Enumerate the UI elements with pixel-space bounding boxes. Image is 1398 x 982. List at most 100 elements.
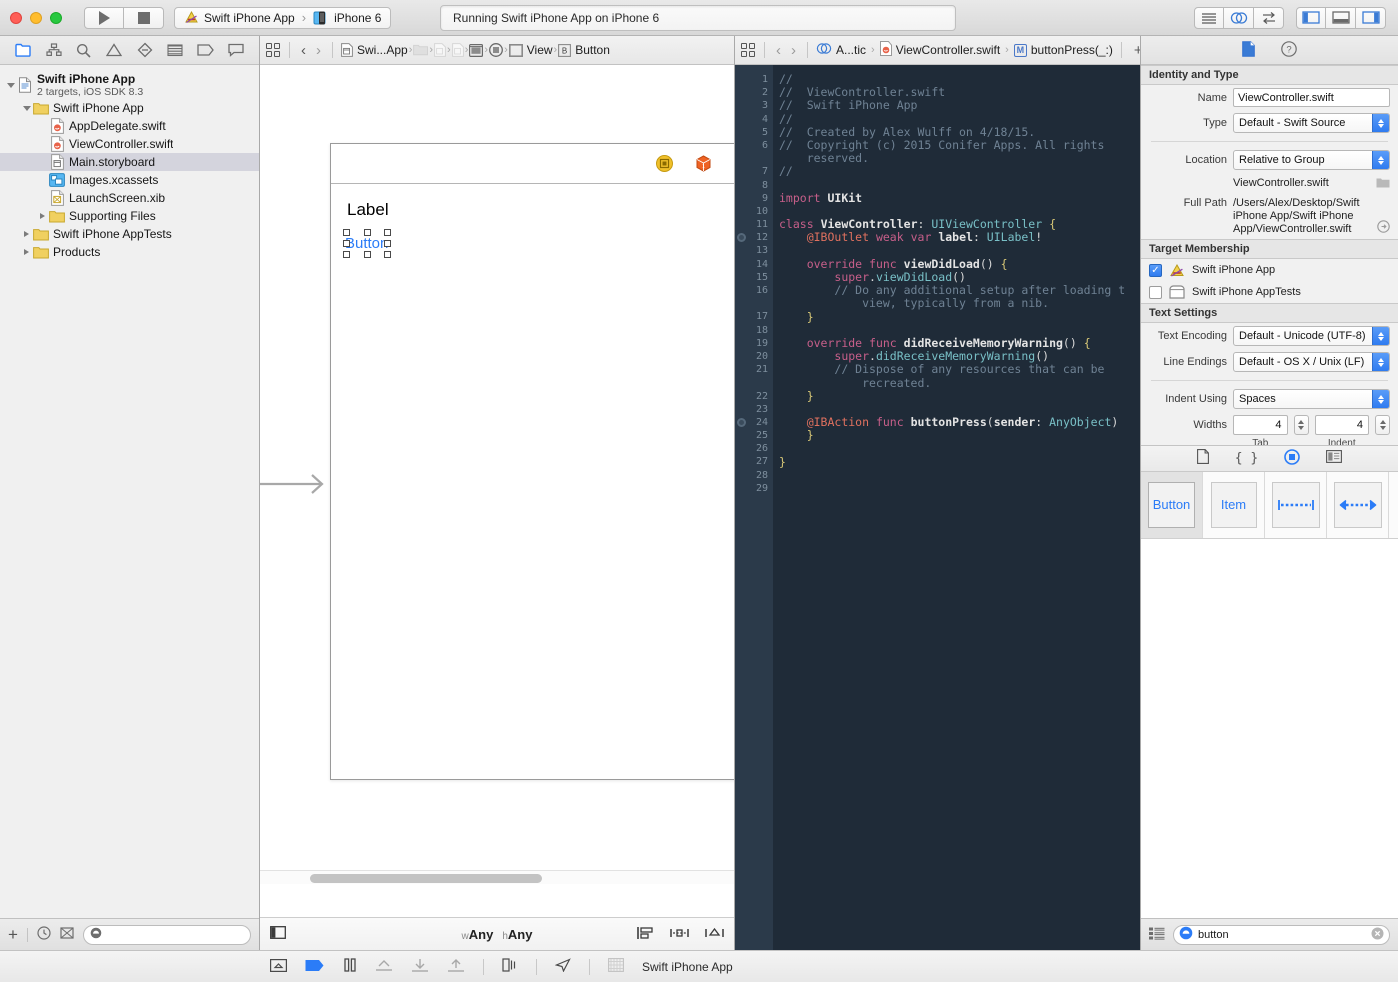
name-field[interactable]: ViewController.swift xyxy=(1233,88,1390,107)
minimize-window-button[interactable] xyxy=(30,11,42,24)
navigator-item-1[interactable]: Swift iPhone App xyxy=(0,99,259,117)
library-object-2[interactable] xyxy=(1265,471,1327,538)
tab-width-field[interactable]: 4 xyxy=(1233,415,1288,435)
file-inspector-icon[interactable] xyxy=(1242,40,1255,60)
toggle-utilities-button[interactable] xyxy=(1356,6,1386,29)
simulate-location-icon[interactable] xyxy=(554,958,571,975)
navigator-item-6[interactable]: LaunchScreen.xib xyxy=(0,189,259,207)
zoom-window-button[interactable] xyxy=(50,11,62,24)
resolve-issues-icon[interactable] xyxy=(705,926,724,943)
resize-handle-top-left[interactable] xyxy=(343,229,350,236)
navigator-item-7[interactable]: Supporting Files xyxy=(0,207,259,225)
library-object-0[interactable]: Button xyxy=(1141,471,1203,538)
breakpoints-icon[interactable] xyxy=(305,959,325,975)
quick-help-icon[interactable]: ? xyxy=(1281,40,1297,60)
navigator-filter-field[interactable] xyxy=(82,924,251,945)
list-view-icon[interactable] xyxy=(1149,927,1165,943)
search-navigator-icon[interactable] xyxy=(73,40,95,60)
target-checkbox[interactable]: ✓ xyxy=(1149,263,1162,277)
scrollbar-thumb[interactable] xyxy=(310,874,542,883)
disclosure-triangle-icon[interactable] xyxy=(36,213,49,219)
breadcrumb-file[interactable]: ViewController.swift xyxy=(879,41,1000,59)
resize-handle-top-center[interactable] xyxy=(363,229,371,236)
run-button[interactable] xyxy=(84,6,124,29)
choose-folder-icon[interactable] xyxy=(1376,176,1390,191)
hide-debug-area-icon[interactable] xyxy=(270,958,288,975)
navigator-item-9[interactable]: Products xyxy=(0,243,259,261)
code-view[interactable]: 1 2 3 4 5 6 7 8 9 10 11 12 13 14 15 16 17 18 19 20 21 22 23 24 2… xyxy=(735,65,1140,950)
ib-breadcrumb[interactable]: Swi...App › › › › › › View › B Button xyxy=(341,43,610,57)
line-endings-popup[interactable]: Default - OS X / Unix (LF) xyxy=(1233,352,1390,372)
align-icon[interactable] xyxy=(637,926,654,943)
clear-search-icon[interactable] xyxy=(1371,927,1384,943)
target-checkbox[interactable] xyxy=(1149,285,1162,299)
code-back-button[interactable]: ‹ xyxy=(773,42,784,59)
toggle-navigator-button[interactable] xyxy=(1296,6,1326,29)
version-editor-button[interactable] xyxy=(1254,6,1284,29)
indent-using-popup[interactable]: Spaces xyxy=(1233,389,1390,409)
pause-icon[interactable] xyxy=(343,958,357,975)
location-popup[interactable]: Relative to Group xyxy=(1233,150,1390,170)
ib-label-element[interactable]: Label xyxy=(347,200,389,220)
ib-breadcrumb-item-2[interactable] xyxy=(434,43,446,57)
disclosure-triangle-icon[interactable] xyxy=(4,82,17,88)
ib-button-element[interactable]: Button xyxy=(345,236,388,252)
view-debugging-icon[interactable] xyxy=(502,958,518,975)
resize-handle-middle-left[interactable] xyxy=(343,240,350,247)
resize-handle-top-right[interactable] xyxy=(384,229,391,236)
disclosure-triangle-icon[interactable] xyxy=(20,105,33,111)
breadcrumb-method[interactable]: M buttonPress(_:) xyxy=(1013,43,1113,57)
navigator-item-2[interactable]: AppDelegate.swift xyxy=(0,117,259,135)
exit-icon[interactable]: 1 xyxy=(695,155,712,172)
view-controller-scene[interactable]: 1 Label Button xyxy=(330,143,734,780)
navigator-item-3[interactable]: ViewController.swift xyxy=(0,135,259,153)
pin-icon[interactable] xyxy=(670,926,689,943)
breakpoint-navigator-icon[interactable] xyxy=(194,40,216,60)
assistant-editor-button[interactable] xyxy=(1224,6,1254,29)
stop-button[interactable] xyxy=(124,6,164,29)
related-items-icon[interactable] xyxy=(741,42,756,58)
ib-breadcrumb-item-5[interactable] xyxy=(489,43,504,57)
disclosure-triangle-icon[interactable] xyxy=(20,231,33,237)
navigator-item-0[interactable]: Swift iPhone App 2 targets, iOS SDK 8.3 xyxy=(0,71,259,99)
type-popup[interactable]: Default - Swift Source xyxy=(1233,113,1390,133)
resize-handle-bottom-right[interactable] xyxy=(384,251,391,258)
ib-breadcrumb-item-3[interactable] xyxy=(451,43,464,57)
code-snippet-library-icon[interactable]: { } xyxy=(1235,451,1258,466)
standard-editor-button[interactable] xyxy=(1194,6,1224,29)
ib-breadcrumb-item-4[interactable] xyxy=(469,43,484,57)
add-icon[interactable]: + xyxy=(8,926,18,943)
indent-width-stepper[interactable] xyxy=(1375,415,1390,435)
related-items-icon[interactable] xyxy=(266,42,281,58)
navigator-item-4[interactable]: Main.storyboard xyxy=(0,153,259,171)
file-template-library-icon[interactable] xyxy=(1196,449,1209,467)
reveal-in-finder-icon[interactable] xyxy=(1377,220,1390,236)
source-control-filter-icon[interactable] xyxy=(60,926,74,943)
source-code-text[interactable]: //// ViewController.swift// Swift iPhone… xyxy=(773,65,1126,950)
library-object-3[interactable] xyxy=(1327,471,1389,538)
ib-breadcrumb-item-7[interactable]: B Button xyxy=(558,43,610,57)
storyboard-canvas[interactable]: 1 Label Button xyxy=(260,65,734,917)
breadcrumb-assistant[interactable]: A...tic xyxy=(816,42,866,58)
document-outline-toggle-icon[interactable] xyxy=(270,926,286,942)
debug-navigator-icon[interactable] xyxy=(164,40,186,60)
resize-handle-bottom-left[interactable] xyxy=(343,251,350,258)
ib-forward-button[interactable]: › xyxy=(313,42,324,59)
project-navigator-tree[interactable]: Swift iPhone App 2 targets, iOS SDK 8.3 Sw… xyxy=(0,65,259,918)
object-library-grid[interactable]: Button Item xyxy=(1141,471,1398,539)
library-object-1[interactable]: Item xyxy=(1203,471,1265,538)
library-search-field[interactable]: button xyxy=(1173,924,1390,945)
close-window-button[interactable] xyxy=(10,11,22,24)
code-forward-button[interactable]: › xyxy=(788,42,799,59)
ib-breadcrumb-item-6[interactable]: View xyxy=(508,43,553,57)
canvas-horizontal-scrollbar[interactable] xyxy=(260,870,734,884)
report-navigator-icon[interactable] xyxy=(225,40,247,60)
add-assistant-editor-button[interactable]: + xyxy=(1130,42,1140,59)
test-navigator-icon[interactable] xyxy=(134,40,156,60)
step-over-icon[interactable] xyxy=(375,958,393,975)
resize-handle-bottom-center[interactable] xyxy=(363,251,371,258)
disclosure-triangle-icon[interactable] xyxy=(20,249,33,255)
ib-breadcrumb-item-0[interactable]: Swi...App xyxy=(341,43,408,57)
issue-navigator-icon[interactable] xyxy=(103,40,125,60)
step-out-icon[interactable] xyxy=(447,958,465,975)
